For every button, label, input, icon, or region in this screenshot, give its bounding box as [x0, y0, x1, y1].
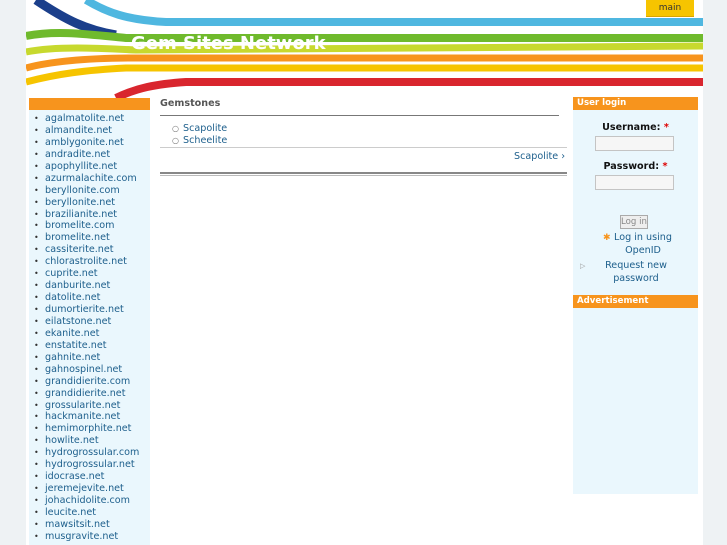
sidebar-site-link[interactable]: beryllonite.com	[29, 185, 150, 197]
sidebar-site-link[interactable]: idocrase.net	[29, 471, 150, 483]
page: Gem Sites Network main agalmatolite.neta…	[0, 0, 727, 545]
advertisement-title: Advertisement	[573, 295, 698, 308]
sidebar-site-link[interactable]: danburite.net	[29, 280, 150, 292]
next-page-link[interactable]: Scapolite ›	[514, 151, 565, 162]
sidebar-site-link[interactable]: gahnospinel.net	[29, 364, 150, 376]
sidebar-site-link[interactable]: beryllonite.net	[29, 197, 150, 209]
main-content: Gemstones Scapolite Scheelite Scapolite …	[160, 96, 567, 176]
header-rainbow-stripes	[26, 0, 703, 98]
sidebar-site-link[interactable]: mawsitsit.net	[29, 519, 150, 531]
sidebar-site-link[interactable]: ekanite.net	[29, 328, 150, 340]
sidebar-site-link[interactable]: hemimorphite.net	[29, 423, 150, 435]
book-navigation-list: Scapolite Scheelite	[172, 123, 227, 147]
sidebar-site-link[interactable]: azurmalachite.com	[29, 173, 150, 185]
sidebar-site-link[interactable]: cuprite.net	[29, 268, 150, 280]
sidebar-site-link[interactable]: enstatite.net	[29, 340, 150, 352]
sidebar-site-link[interactable]: howlite.net	[29, 435, 150, 447]
main-tab[interactable]: main	[646, 0, 694, 17]
sidebar-site-link[interactable]: datolite.net	[29, 292, 150, 304]
password-label-text: Password:	[603, 161, 660, 172]
divider	[160, 115, 559, 116]
book-item-scheelite[interactable]: Scheelite	[172, 135, 227, 147]
sidebar-site-link[interactable]: cassiterite.net	[29, 244, 150, 256]
sidebar-site-link[interactable]: grossularite.net	[29, 400, 150, 412]
sidebar-site-link[interactable]: brazilianite.net	[29, 209, 150, 221]
advertisement-area	[573, 308, 698, 494]
sidebar-site-link[interactable]: leucite.net	[29, 507, 150, 519]
openid-login-link[interactable]: Log in using OpenID	[611, 232, 675, 257]
sidebar-site-link[interactable]: gahnite.net	[29, 352, 150, 364]
sidebar-site-link[interactable]: amblygonite.net	[29, 137, 150, 149]
login-button[interactable]: Log in	[620, 215, 648, 229]
divider	[160, 175, 567, 176]
required-mark: *	[662, 161, 668, 172]
sidebar-site-link[interactable]: dumortierite.net	[29, 304, 150, 316]
openid-icon: ✱	[603, 233, 611, 243]
sidebar-site-link[interactable]: grandidierite.com	[29, 376, 150, 388]
divider	[160, 147, 567, 148]
book-item-scapolite[interactable]: Scapolite	[172, 123, 227, 135]
sidebar-site-link[interactable]: hydrogrossular.net	[29, 459, 150, 471]
arrow-right-icon: ▷	[580, 262, 586, 270]
sidebar-site-link[interactable]: almandite.net	[29, 125, 150, 137]
password-label: Password: *	[573, 161, 698, 172]
sidebar-site-link[interactable]: hackmanite.net	[29, 411, 150, 423]
site-list: agalmatolite.netalmandite.netamblygonite…	[29, 110, 150, 543]
sidebar-site-link[interactable]: hydrogrossular.com	[29, 447, 150, 459]
sidebar-header-bar	[29, 98, 150, 110]
sidebar-site-link[interactable]: eilatstone.net	[29, 316, 150, 328]
right-gutter	[703, 0, 727, 545]
left-gutter	[0, 0, 26, 545]
sidebar-site-link[interactable]: agalmatolite.net	[29, 113, 150, 125]
sidebar-site-link[interactable]: jeremejevite.net	[29, 483, 150, 495]
login-block: Username: * Password: * Log in ✱ Log in …	[573, 110, 698, 297]
sidebar-site-link[interactable]: bromelite.net	[29, 232, 150, 244]
username-label: Username: *	[573, 122, 698, 133]
sidebar-site-link[interactable]: chlorastrolite.net	[29, 256, 150, 268]
sidebar-site-link[interactable]: andradite.net	[29, 149, 150, 161]
username-label-text: Username:	[602, 122, 661, 133]
page-title: Gemstones	[160, 98, 221, 109]
sidebar-site-link[interactable]: bromelite.com	[29, 220, 150, 232]
right-sidebar: User login Username: * Password: * Log i…	[573, 97, 698, 494]
sidebar-site-link[interactable]: johachidolite.com	[29, 495, 150, 507]
required-mark: *	[663, 122, 669, 133]
site-title[interactable]: Gem Sites Network	[131, 33, 326, 54]
request-password-link[interactable]: Request new password	[596, 260, 676, 285]
divider	[160, 172, 567, 174]
username-field[interactable]	[595, 136, 674, 151]
password-field[interactable]	[595, 175, 674, 190]
left-sidebar: agalmatolite.netalmandite.netamblygonite…	[29, 98, 150, 545]
sidebar-site-link[interactable]: musgravite.net	[29, 531, 150, 543]
sidebar-site-link[interactable]: grandidierite.net	[29, 388, 150, 400]
login-block-title: User login	[573, 97, 698, 110]
sidebar-site-link[interactable]: apophyllite.net	[29, 161, 150, 173]
advertisement-block: Advertisement	[573, 295, 698, 494]
